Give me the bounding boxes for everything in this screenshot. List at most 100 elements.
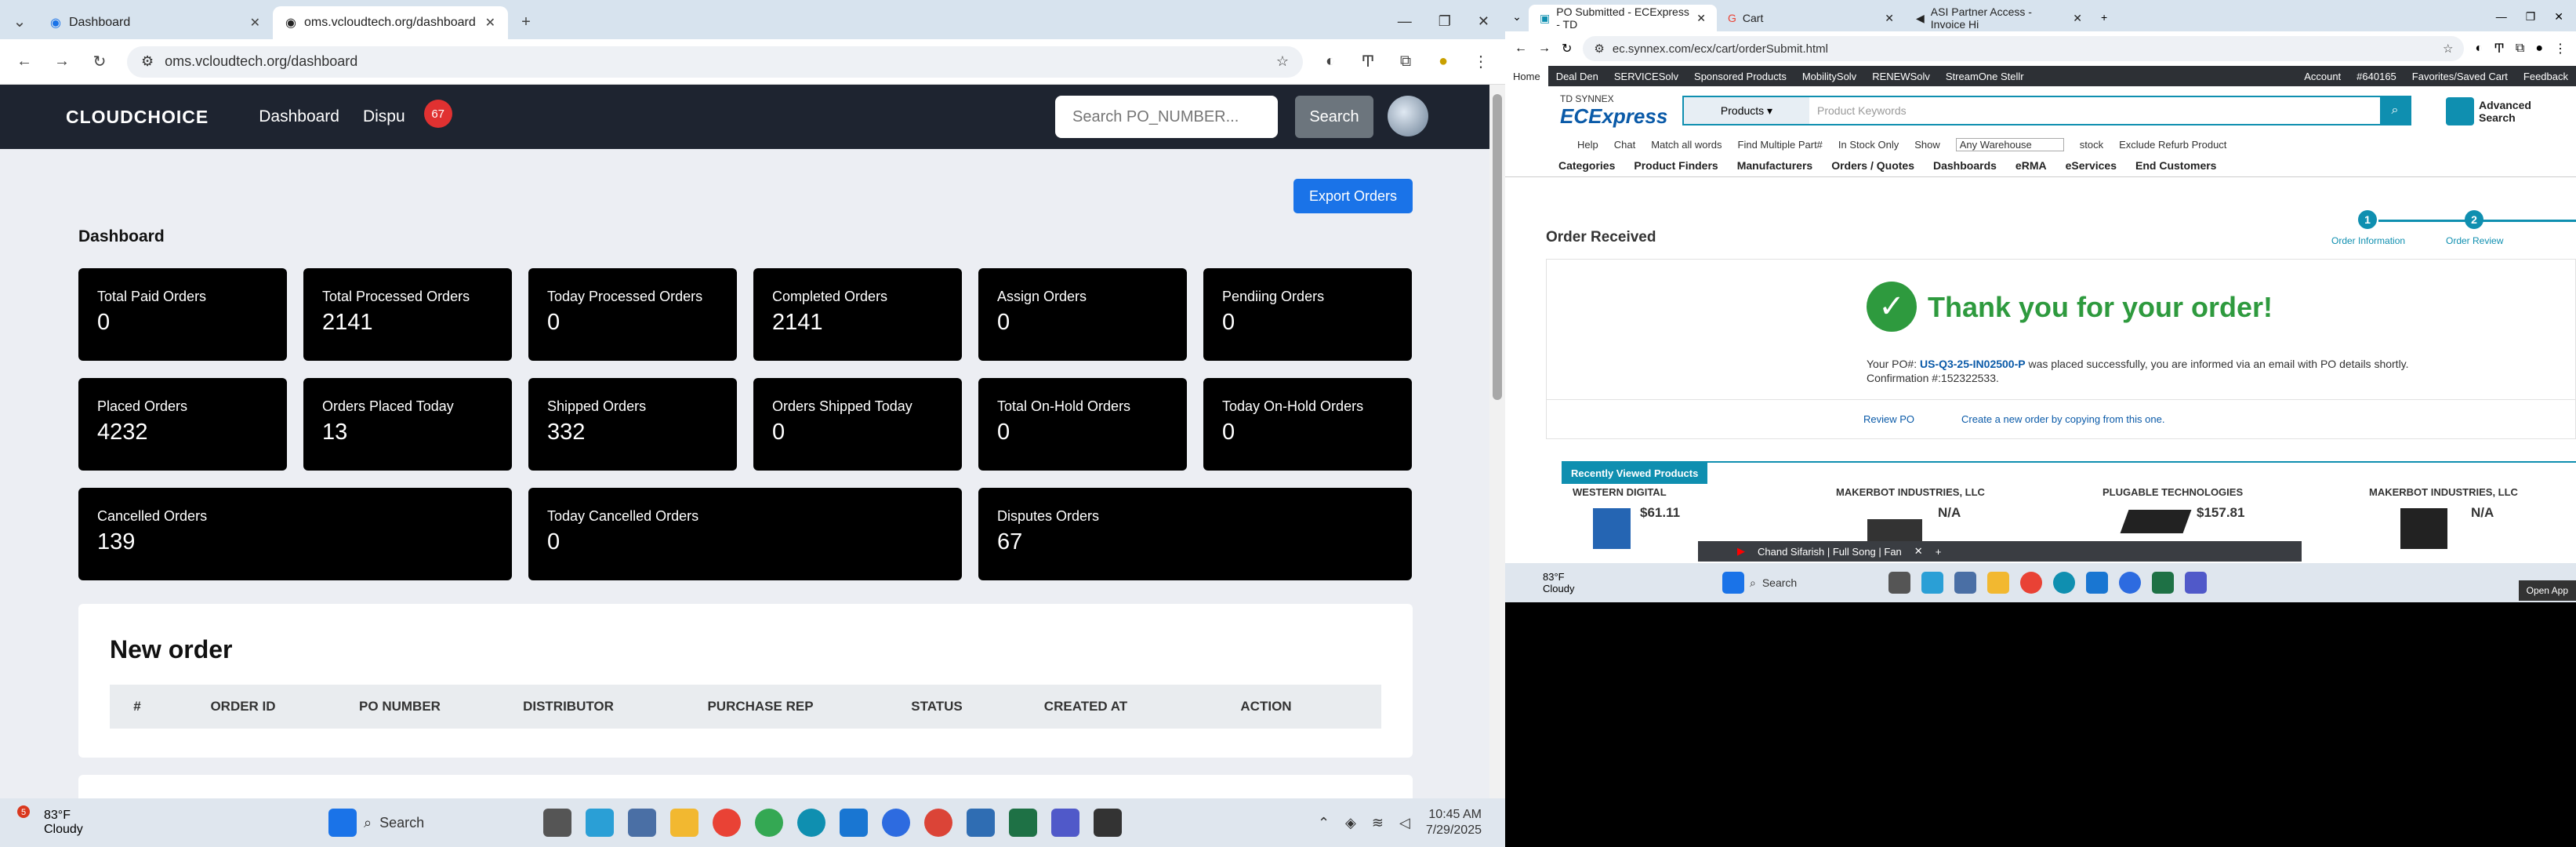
nav-streamone[interactable]: StreamOne Stellr	[1938, 71, 2032, 82]
minimize-icon[interactable]: —	[1398, 13, 1412, 30]
weather-widget[interactable]: 83°F Cloudy	[1505, 571, 1623, 594]
close-icon[interactable]: ✕	[2073, 12, 2082, 25]
reload-icon[interactable]: ↻	[1562, 41, 1572, 56]
restore-icon[interactable]: ❐	[2526, 10, 2536, 24]
menu-categories[interactable]: Categories	[1558, 159, 1615, 172]
search-icon[interactable]: ⌕	[2380, 97, 2410, 124]
close-icon[interactable]: ✕	[250, 15, 260, 31]
tab-asi-partner[interactable]: ◀ ASI Partner Access - Invoice Hi ✕	[1905, 5, 2093, 31]
advanced-search-link[interactable]: Advanced Search	[2446, 97, 2542, 125]
menu-dashboards[interactable]: Dashboards	[1933, 159, 1997, 172]
nav-favorites[interactable]: Favorites/Saved Cart	[2404, 71, 2516, 82]
volume-icon[interactable]: ◁	[1399, 815, 1410, 831]
zoom-icon[interactable]	[2119, 572, 2141, 594]
excel-icon[interactable]	[1009, 809, 1037, 837]
card-shipped-orders[interactable]: Shipped Orders 332	[528, 378, 737, 471]
page-scrollbar[interactable]	[1489, 85, 1505, 798]
card-today-processed-orders[interactable]: Today Processed Orders 0	[528, 268, 737, 361]
excel-icon[interactable]	[2152, 572, 2174, 594]
site-info-icon[interactable]: ⚙	[1594, 42, 1604, 56]
product-name[interactable]: WESTERN DIGITAL	[1573, 486, 1667, 498]
close-icon[interactable]: ✕	[1914, 545, 1923, 558]
edge-icon[interactable]	[797, 809, 825, 837]
file-explorer-icon[interactable]	[1987, 572, 2009, 594]
close-window-icon[interactable]: ✕	[2554, 10, 2563, 24]
exclude-refurb-checkbox[interactable]: Exclude Refurb Product	[2119, 139, 2226, 151]
review-po-link[interactable]: Review PO	[1863, 413, 1914, 425]
snipping-icon[interactable]	[967, 809, 995, 837]
menu-orders-quotes[interactable]: Orders / Quotes	[1831, 159, 1914, 172]
menu-end-customers[interactable]: End Customers	[2135, 159, 2216, 172]
close-icon[interactable]: ✕	[1885, 12, 1894, 25]
chrome-alt-icon[interactable]	[924, 809, 952, 837]
calculator-icon[interactable]	[1954, 572, 1976, 594]
product-image[interactable]	[1593, 508, 1631, 549]
nav-mobilitysolv[interactable]: MobilitySolv	[1794, 71, 1864, 82]
file-explorer-icon[interactable]	[670, 809, 698, 837]
card-completed-orders[interactable]: Completed Orders 2141	[753, 268, 962, 361]
card-today-cancelled-orders[interactable]: Today Cancelled Orders 0	[528, 488, 962, 580]
tab-cart[interactable]: G Cart ✕	[1717, 5, 1905, 31]
bookmark-star-icon[interactable]: ☆	[2443, 42, 2453, 56]
match-all-radio[interactable]: Match all words	[1651, 139, 1722, 151]
nav-servicesolv[interactable]: SERVICESolv	[1606, 71, 1686, 82]
back-icon[interactable]: ←	[1515, 42, 1527, 56]
export-orders-button[interactable]: Export Orders	[1293, 179, 1413, 213]
url-field[interactable]: ⚙ ec.synnex.com/ecx/cart/orderSubmit.html…	[1583, 36, 2465, 61]
recently-viewed-tab[interactable]: Recently Viewed Products	[1562, 463, 1708, 484]
tab-dashboard[interactable]: ◉ Dashboard ✕	[38, 6, 273, 39]
menu-icon[interactable]: ⋮	[1471, 52, 1491, 71]
nav-disputes[interactable]: Dispu	[363, 107, 405, 126]
tab-list-icon[interactable]: ⌄	[1505, 10, 1529, 31]
weather-widget[interactable]: 5 83°F Cloudy	[0, 805, 118, 837]
nav-feedback[interactable]: Feedback	[2516, 71, 2576, 82]
menu-erma[interactable]: eRMA	[2015, 159, 2047, 172]
create-new-order-link[interactable]: Create a new order by copying from this …	[1961, 413, 2164, 425]
chrome-icon[interactable]	[2020, 572, 2042, 594]
tab-oms-dashboard[interactable]: ◉ oms.vcloudtech.org/dashboard ✕	[273, 6, 508, 39]
chrome-icon[interactable]	[713, 809, 741, 837]
edge-icon[interactable]	[2053, 572, 2075, 594]
ecexpress-logo[interactable]: TD SYNNEX ECExpress	[1560, 93, 1667, 129]
start-icon[interactable]	[328, 809, 357, 837]
card-total-on-hold-orders[interactable]: Total On-Hold Orders 0	[978, 378, 1187, 471]
product-name[interactable]: PLUGABLE TECHNOLOGIES	[2103, 486, 2243, 498]
teams-icon[interactable]	[1051, 809, 1079, 837]
calculator-icon[interactable]	[628, 809, 656, 837]
card-pending-orders[interactable]: Pendiing Orders 0	[1203, 268, 1412, 361]
extension-icon[interactable]: ◐	[2475, 42, 2483, 56]
tab-po-submitted[interactable]: ▣ PO Submitted - ECExpress - TD ✕	[1529, 5, 1717, 31]
close-icon[interactable]: ✕	[1696, 12, 1706, 25]
chevron-up-icon[interactable]: ⌃	[1318, 815, 1330, 831]
chat-link[interactable]: Chat	[1614, 139, 1635, 151]
menu-icon[interactable]: ⋮	[2554, 41, 2567, 56]
site-info-icon[interactable]: ⚙	[141, 53, 154, 70]
warehouse-select[interactable]: Any Warehouse	[1955, 137, 2064, 151]
app-icon[interactable]	[1094, 809, 1122, 837]
task-view-icon[interactable]	[543, 809, 571, 837]
forward-icon[interactable]: →	[1538, 42, 1551, 56]
avatar[interactable]	[1388, 96, 1428, 136]
help-link[interactable]: Help	[1577, 139, 1598, 151]
card-cancelled-orders[interactable]: Cancelled Orders 139	[78, 488, 512, 580]
profile-icon[interactable]: ●	[1433, 53, 1453, 71]
card-orders-shipped-today[interactable]: Orders Shipped Today 0	[753, 378, 962, 471]
network-icon[interactable]: ◈	[1345, 815, 1356, 831]
popup-tab[interactable]: Chand Sifarish | Full Song | Fan	[1758, 546, 1902, 558]
back-icon[interactable]: ←	[14, 53, 34, 71]
teams-icon[interactable]	[2185, 572, 2207, 594]
card-disputes-orders[interactable]: Disputes Orders 67	[978, 488, 1412, 580]
nav-renewsolv[interactable]: RENEWSolv	[1864, 71, 1938, 82]
clock[interactable]: 10:45 AM 7/29/2025	[1426, 807, 1482, 838]
close-icon[interactable]: ✕	[485, 15, 495, 31]
product-name[interactable]: MAKERBOT INDUSTRIES, LLC	[1836, 486, 1985, 498]
puzzle-icon[interactable]: ⧉	[1395, 53, 1416, 71]
new-tab-icon[interactable]: +	[516, 13, 536, 31]
open-app-button[interactable]: Open App	[2518, 580, 2576, 601]
search-button[interactable]: Search	[1295, 96, 1373, 138]
card-orders-placed-today[interactable]: Orders Placed Today 13	[303, 378, 512, 471]
bookmark-star-icon[interactable]: ☆	[1276, 53, 1289, 70]
chrome-profile-icon[interactable]	[755, 809, 783, 837]
scrollbar-thumb[interactable]	[1493, 94, 1502, 400]
tab-list-icon[interactable]: ⌄	[9, 12, 30, 31]
